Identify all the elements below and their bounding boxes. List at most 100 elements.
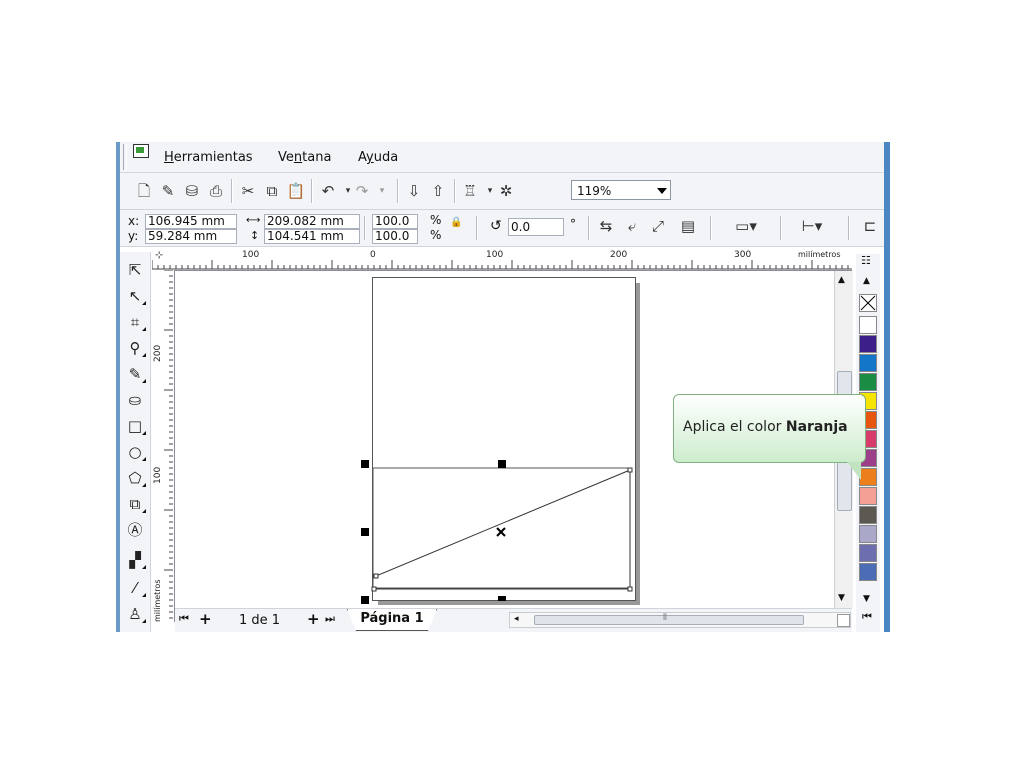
print-icon[interactable]: ⎙	[206, 182, 226, 200]
zoom-tool-icon[interactable]: ⚲	[124, 338, 146, 358]
shape-tool-icon[interactable]: ↖	[124, 286, 146, 306]
palette-scroll-up-icon[interactable]: ▲	[863, 276, 870, 286]
first-page-icon[interactable]: ⏮	[179, 612, 189, 626]
selection-handle[interactable]	[361, 460, 369, 468]
separator	[311, 179, 313, 203]
redo-icon[interactable]: ↷	[352, 182, 372, 200]
import-icon[interactable]: ⇩	[404, 182, 424, 200]
polygon-tool-icon[interactable]: ⬠	[124, 468, 146, 488]
palette-scroll-end-icon[interactable]: ⏮	[862, 610, 872, 624]
width-field[interactable]: 209.082 mm	[264, 214, 360, 229]
color-swatch[interactable]	[859, 316, 877, 334]
end-arrowhead-select[interactable]: ⊏	[860, 217, 880, 235]
height-field[interactable]: 104.541 mm	[264, 229, 360, 244]
separator	[364, 216, 366, 240]
separator	[780, 216, 782, 240]
cut-icon[interactable]: ✂	[238, 182, 258, 200]
copy-icon[interactable]: ⧉	[262, 182, 282, 200]
percent-y: %	[430, 228, 442, 242]
width-icon: ⟷	[246, 215, 261, 226]
add-page-before-icon[interactable]: +	[199, 610, 212, 628]
connector-icon[interactable]: ⤶	[622, 217, 642, 235]
color-swatch[interactable]	[859, 373, 877, 391]
color-swatch[interactable]	[859, 487, 877, 505]
selection-handle[interactable]	[498, 460, 506, 468]
color-swatch[interactable]	[859, 468, 877, 486]
height-icon: ↕	[250, 229, 260, 242]
basic-shapes-tool-icon[interactable]: ⧉	[124, 494, 146, 514]
ruler-label: 100	[242, 250, 260, 260]
selection-handle[interactable]	[361, 596, 369, 604]
no-color-swatch[interactable]	[859, 294, 877, 312]
property-bar: x: 106.945 mm y: 59.284 mm ⟷ 209.082 mm …	[120, 210, 884, 247]
separator	[848, 216, 850, 240]
y-position-field[interactable]: 59.284 mm	[145, 229, 237, 244]
selection-handle[interactable]	[361, 528, 369, 536]
menu-herramientas[interactable]: Herramientas	[164, 150, 253, 165]
redo-dropdown-icon[interactable]: ▾	[372, 182, 392, 200]
window-right-border	[884, 142, 890, 632]
add-page-after-icon[interactable]: +	[307, 610, 320, 628]
vertical-ruler[interactable]: 200 100 milímetros	[152, 270, 175, 622]
menu-ayuda[interactable]: Ayuda	[358, 150, 398, 165]
color-swatch[interactable]	[859, 354, 877, 372]
save-icon[interactable]: ⛁	[182, 182, 202, 200]
menubar-grip[interactable]	[123, 144, 127, 170]
zoom-level-select[interactable]: 119%	[571, 180, 671, 200]
app-icon[interactable]	[133, 144, 149, 158]
horizontal-ruler[interactable]: ⊹ 100 0 100 200 300 milímetros	[152, 248, 852, 271]
separator	[476, 216, 478, 240]
scroll-up-icon[interactable]: ▲	[838, 275, 845, 285]
text-tool-icon[interactable]: Ⓐ	[124, 520, 146, 540]
selection-handle[interactable]	[498, 596, 506, 601]
mirror-icon[interactable]: ⇆	[596, 217, 616, 235]
rotation-field[interactable]: 0.0	[508, 218, 564, 236]
freehand-tool-icon[interactable]: ✎	[124, 364, 146, 384]
tooltip-text: Aplica el color Naranja	[683, 419, 848, 435]
undo-icon[interactable]: ↶	[318, 182, 338, 200]
separator	[231, 179, 233, 203]
separator	[454, 179, 456, 203]
color-swatch[interactable]	[859, 335, 877, 353]
eyedropper-tool-icon[interactable]: ⁄	[124, 578, 146, 598]
scroll-left-icon[interactable]: ◂	[514, 614, 519, 624]
welcome-screen-icon[interactable]: ✲	[496, 182, 516, 200]
line-tool-icon[interactable]: ⤢	[648, 217, 668, 235]
pick-tool-icon[interactable]: ⇱	[124, 260, 146, 280]
outline-tool-icon[interactable]: ♙	[124, 604, 146, 624]
x-position-field[interactable]: 106.945 mm	[145, 214, 237, 229]
interactive-blend-tool-icon[interactable]: ▞	[124, 550, 146, 570]
scale-x-field[interactable]: 100.0	[372, 214, 418, 229]
new-document-icon[interactable]: 🗋	[134, 182, 154, 200]
menu-bar: Herramientas Ventana Ayuda	[120, 142, 884, 173]
color-swatch[interactable]	[859, 525, 877, 543]
open-icon[interactable]: ✎	[158, 182, 178, 200]
palette-scroll-down-icon[interactable]: ▼	[863, 594, 870, 604]
color-tooltip: Aplica el color Naranja	[673, 394, 866, 480]
crop-tool-icon[interactable]: ⌗	[124, 312, 146, 332]
wrap-text-icon[interactable]: ▤	[678, 217, 698, 235]
line-style-select[interactable]: ⊢▾	[790, 217, 834, 235]
rectangle-tool-icon[interactable]: □	[124, 416, 146, 436]
palette-menu-icon[interactable]: ☷	[861, 254, 871, 267]
no-fill-icon	[860, 295, 876, 311]
scale-y-field[interactable]: 100.0	[372, 229, 418, 244]
color-swatch[interactable]	[859, 506, 877, 524]
start-arrowhead-select[interactable]: ▭▾	[726, 217, 766, 235]
horizontal-scroll-thumb[interactable]: ⦀	[534, 613, 804, 625]
menu-ventana[interactable]: Ventana	[278, 150, 331, 165]
smart-fill-tool-icon[interactable]: ⛀	[124, 390, 146, 410]
ellipse-tool-icon[interactable]: ○	[124, 442, 146, 462]
color-swatch[interactable]	[859, 563, 877, 581]
paste-icon[interactable]: 📋	[286, 182, 306, 200]
last-page-icon[interactable]: ⏭	[325, 612, 335, 626]
scroll-down-icon[interactable]: ▼	[838, 593, 845, 603]
ruler-origin-icon[interactable]: ⊹	[155, 250, 163, 261]
navigator-corner-icon[interactable]	[837, 614, 850, 627]
horizontal-scrollbar[interactable]: ◂ ⦀ ▸	[509, 612, 851, 628]
export-icon[interactable]: ⇧	[428, 182, 448, 200]
color-swatch[interactable]	[859, 544, 877, 562]
application-launcher-icon[interactable]: ♖	[460, 182, 480, 200]
tab-pagina-1[interactable]: Página 1	[347, 609, 437, 631]
lock-ratio-icon[interactable]: 🔒	[450, 216, 462, 229]
